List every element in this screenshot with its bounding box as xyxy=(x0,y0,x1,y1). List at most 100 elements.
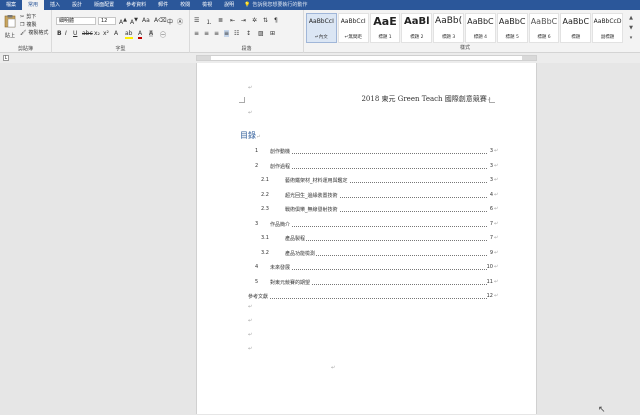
paste-icon xyxy=(4,15,16,28)
line-spacing-icon[interactable]: ↕ xyxy=(246,30,251,37)
style-subtitle[interactable]: AaBbCcD 副標題 xyxy=(592,13,623,43)
character-border-icon[interactable]: Ⓐ xyxy=(177,17,183,26)
toc-entry[interactable]: 3.1 產品製程 7 ↵ xyxy=(197,235,538,242)
horizontal-ruler[interactable] xyxy=(196,55,537,61)
toc-entry[interactable]: 4 未來發展 10 ↵ xyxy=(197,264,538,271)
font-size-select[interactable]: 12 xyxy=(98,17,116,25)
tab-selector-icon[interactable]: L xyxy=(3,55,9,61)
cut-button[interactable]: ✂ 剪下 xyxy=(20,13,36,21)
style-heading-2[interactable]: AaBl 標題 2 xyxy=(401,13,433,43)
toc-entry[interactable]: 2 創作過程 3 ↵ xyxy=(197,162,538,170)
justify-icon[interactable]: ≡ xyxy=(224,30,230,37)
distributed-icon[interactable]: ☷ xyxy=(234,30,239,37)
change-case-icon[interactable]: Aa xyxy=(142,17,150,24)
paragraph-mark: ↵ xyxy=(248,318,253,324)
increase-indent-icon[interactable]: ⇥ xyxy=(241,17,246,24)
numbering-icon[interactable]: ⒈ xyxy=(206,17,212,26)
font-color-icon[interactable]: A xyxy=(138,30,143,39)
character-shading-icon[interactable]: A xyxy=(149,30,154,37)
subscript-icon[interactable]: x₂ xyxy=(94,30,100,37)
toc-entry-number: 5 xyxy=(255,278,259,285)
tab-view[interactable]: 檢視 xyxy=(196,0,218,10)
align-center-icon[interactable]: ≡ xyxy=(204,30,209,37)
bullets-icon[interactable]: ☰ xyxy=(194,17,199,24)
style-heading-5[interactable]: AaBbC 標題 5 xyxy=(496,13,528,43)
toc-entry[interactable]: 1 創作動機 3 ↵ xyxy=(197,148,538,155)
sort-icon[interactable]: ⇅ xyxy=(263,17,268,24)
toc-leader xyxy=(270,167,487,169)
toc-entry[interactable]: 2.1 藝術鐵架材_材料運用與鑑定 3 ↵ xyxy=(197,177,538,184)
font-name-select[interactable]: 細明體 xyxy=(56,17,96,25)
scroll-down-icon[interactable]: ▼ xyxy=(626,23,636,33)
enclose-characters-icon[interactable]: ㊀ xyxy=(160,30,166,39)
lightbulb-icon: 💡 xyxy=(244,2,251,8)
italic-icon[interactable]: I xyxy=(65,30,67,37)
page[interactable]: ↵ 2018 東元 Green Teach 國際創意競賽↵ ↵ 目錄↵ ↵ ↵ … xyxy=(196,63,537,414)
tab-help[interactable]: 說明 xyxy=(218,0,240,10)
toc-title-text: 目錄 xyxy=(240,131,256,140)
tell-me-box[interactable]: 💡 告訴我您想要執行的動作 xyxy=(244,0,307,10)
chinese-layout-icon[interactable]: ✲ xyxy=(252,17,257,24)
paragraph-mark: ↵ xyxy=(494,293,499,299)
clear-format-icon[interactable]: A⌫ xyxy=(154,17,167,24)
align-left-icon[interactable]: ≡ xyxy=(194,30,199,37)
paragraph-mark: ↵ xyxy=(331,365,336,371)
style-heading-1[interactable]: AaE 標題 1 xyxy=(369,13,401,43)
scroll-up-icon[interactable]: ▲ xyxy=(626,13,636,23)
superscript-icon[interactable]: x² xyxy=(103,30,109,37)
page-header[interactable]: 2018 東元 Green Teach 國際創意競賽↵ xyxy=(361,94,491,104)
grow-font-icon[interactable]: A▲ xyxy=(119,17,127,26)
toc-entry[interactable]: 3 作品簡介 7 ↵ xyxy=(197,220,538,228)
paste-button[interactable]: 貼上 xyxy=(3,13,17,39)
multilevel-list-icon[interactable]: ≣ xyxy=(218,17,223,24)
toc-entry[interactable]: 2.3 戰術俱樂_無線發射技術 6 ↵ xyxy=(197,206,538,213)
style-heading-6[interactable]: AaBbC 標題 6 xyxy=(528,13,560,43)
toc-title[interactable]: 目錄↵ xyxy=(240,130,260,141)
tab-file[interactable]: 檔案 xyxy=(0,0,23,10)
toc-entry[interactable]: 2.2 超光回生_邊緣裝置技術 4 ↵ xyxy=(197,191,538,199)
toc-entry[interactable]: 參考文獻 12 ↵ xyxy=(197,293,538,300)
tab-mailings[interactable]: 郵件 xyxy=(152,0,174,10)
style-heading-4[interactable]: AaBbC 標題 4 xyxy=(464,13,496,43)
toc-entry-page: 3 xyxy=(489,177,493,183)
paragraph-mark: ↵ xyxy=(494,264,499,270)
clipboard-group-label: 剪貼簿 xyxy=(17,46,33,52)
underline-icon[interactable]: U xyxy=(73,30,77,37)
text-effects-icon[interactable]: A xyxy=(114,30,118,37)
toc-leader xyxy=(270,153,487,154)
shading-icon[interactable]: ▨ xyxy=(258,30,264,37)
format-painter-button[interactable]: 🖌 複製格式 xyxy=(20,29,48,37)
align-right-icon[interactable]: ≡ xyxy=(214,30,219,37)
toc-entry[interactable]: 3.2 產品功能檢測 9 ↵ xyxy=(197,249,538,257)
tab-insert[interactable]: 插入 xyxy=(44,0,66,10)
shrink-font-icon[interactable]: A▼ xyxy=(130,17,138,26)
bold-icon[interactable]: B xyxy=(57,30,62,37)
toc-entry-page: 6 xyxy=(489,206,493,212)
style-title[interactable]: AaBbC 標題 xyxy=(560,13,592,43)
tab-references[interactable]: 參考資料 xyxy=(120,0,152,10)
toc-entry-page: 7 xyxy=(489,235,493,241)
decrease-indent-icon[interactable]: ⇤ xyxy=(230,17,235,24)
paragraph-mark: ↵ xyxy=(486,97,491,103)
copy-button[interactable]: ❐ 複製 xyxy=(20,21,37,29)
style-no-spacing[interactable]: AaBbCcI ↵無間距 xyxy=(337,13,369,43)
strikethrough-icon[interactable]: abc xyxy=(82,30,93,37)
toc-entry-page: 7 xyxy=(489,220,493,227)
borders-icon[interactable]: ⊞ xyxy=(270,30,275,37)
toc-entry-page: 3 xyxy=(489,148,493,154)
show-marks-icon[interactable]: ¶ xyxy=(274,17,278,24)
paste-label: 貼上 xyxy=(4,33,15,39)
more-styles-icon[interactable]: ▾ xyxy=(626,33,636,43)
tab-layout[interactable]: 版面配置 xyxy=(88,0,120,10)
styles-scroll[interactable]: ▲ ▼ ▾ xyxy=(626,13,636,43)
toc-entry[interactable]: 5 對東元競賽的期望 11 ↵ xyxy=(197,278,538,286)
clipboard-group: 貼上 ✂ 剪下 ❐ 複製 🖌 複製格式 剪貼簿 xyxy=(0,10,52,53)
tab-home[interactable]: 常用 xyxy=(22,0,45,10)
style-heading-3[interactable]: AaBb( 標題 3 xyxy=(433,13,464,43)
phonetic-guide-icon[interactable]: 中 xyxy=(167,17,173,26)
tab-review[interactable]: 校閱 xyxy=(174,0,196,10)
highlight-icon[interactable]: ab xyxy=(125,30,133,39)
tab-design[interactable]: 設計 xyxy=(66,0,88,10)
toc-entry-number: 3 xyxy=(255,220,259,227)
style-normal[interactable]: AaBbCcI ↵內文 xyxy=(306,13,337,43)
